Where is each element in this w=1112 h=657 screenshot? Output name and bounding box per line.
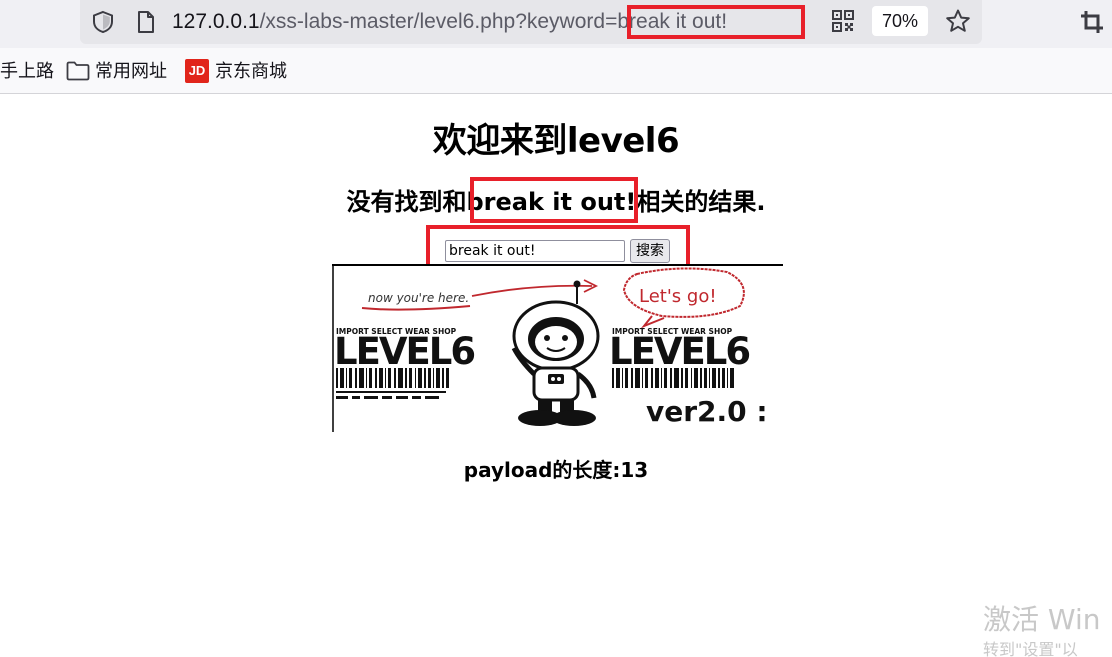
level6-banner-image: now you're here. Let's go! IMPORT SELECT… (332, 264, 783, 432)
url-highlight-box (627, 5, 805, 39)
banner-level-right: LEVEL6 (609, 330, 749, 373)
windows-activation-subtext: 转到"设置"以 (983, 640, 1078, 657)
bookmark-item-jd-mall[interactable]: 京东商城 (215, 60, 287, 84)
shield-icon[interactable] (92, 10, 114, 34)
folder-icon (66, 61, 90, 81)
keyword-highlight-box (470, 177, 638, 223)
payload-length-text: payload的长度:13 (463, 458, 649, 482)
url-host: 127.0.0.1 (172, 10, 260, 33)
screenshot-crop-icon[interactable] (1080, 10, 1104, 34)
bookmark-star-icon[interactable] (945, 8, 971, 34)
qr-code-icon[interactable] (832, 10, 854, 32)
result-prefix: 没有找到和 (346, 188, 467, 216)
jd-icon: JD (185, 59, 209, 83)
bookmark-item-beginner[interactable]: 手上路 (0, 60, 54, 84)
result-suffix: 相关的结果. (636, 188, 766, 216)
page-title: 欢迎来到level6 (432, 121, 680, 161)
banner-version: ver2.0 : (646, 395, 768, 428)
page-icon (138, 11, 154, 33)
banner-speech: Let's go! (639, 286, 717, 307)
zoom-level-badge[interactable]: 70% (872, 6, 928, 36)
url-path: /xss-labs-master/level6.php?keyword (259, 10, 606, 33)
banner-level-left: LEVEL6 (334, 330, 474, 373)
windows-activation-watermark: 激活 Win (983, 603, 1101, 636)
banner-tagline: now you're here. (368, 291, 469, 305)
bookmark-item-common-sites[interactable]: 常用网址 (95, 60, 167, 84)
